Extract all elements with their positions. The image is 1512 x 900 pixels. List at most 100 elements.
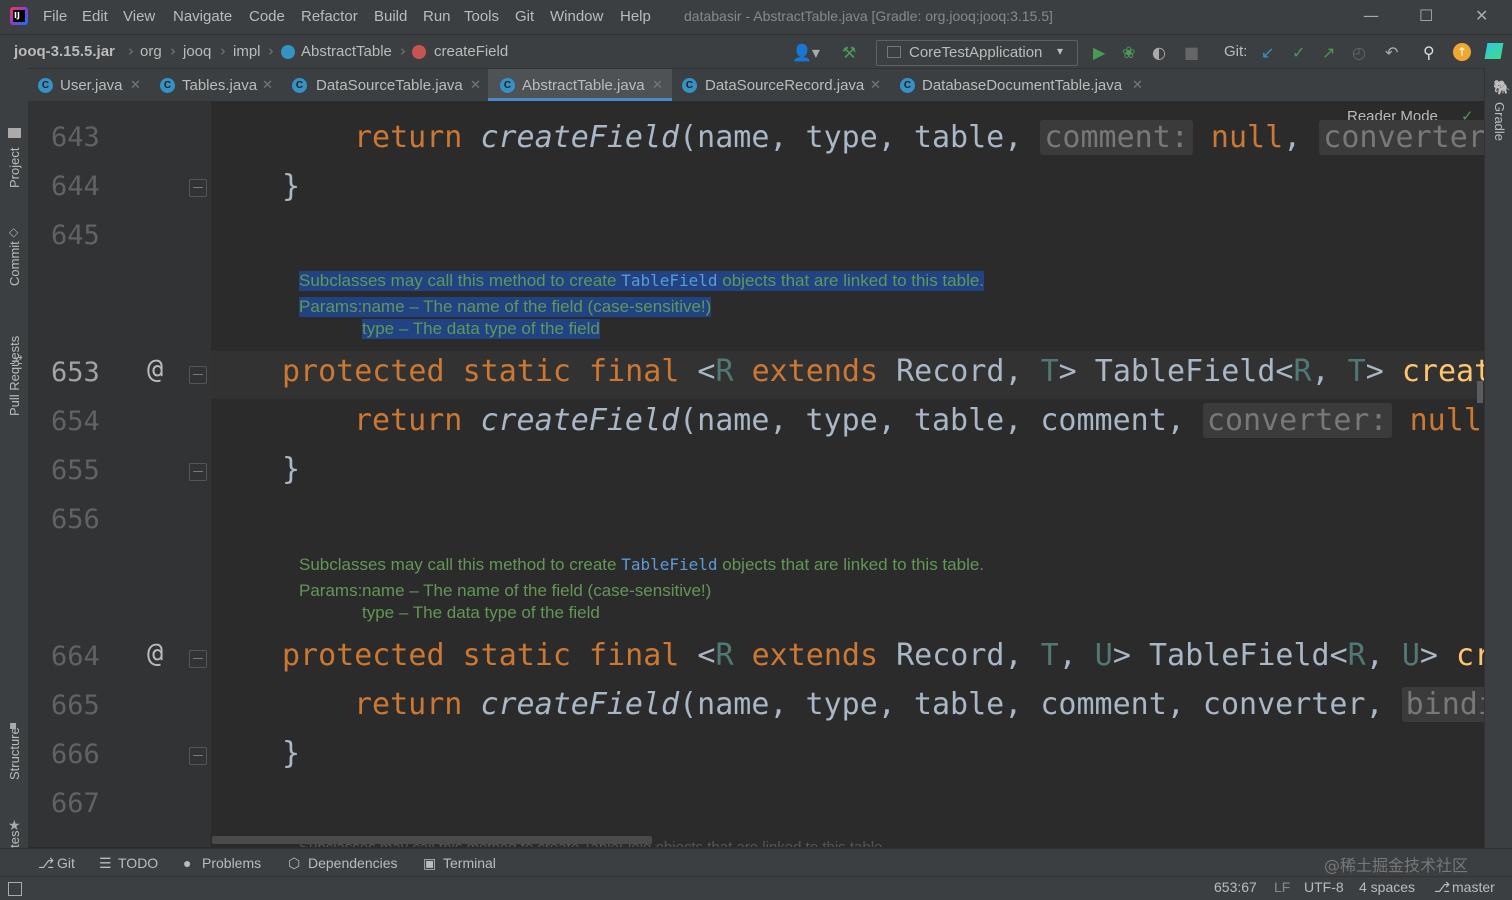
doc-code: TableField xyxy=(621,555,718,574)
keyword-return: return xyxy=(354,687,481,722)
run-icon[interactable]: ▶ xyxy=(1093,43,1105,62)
close-icon[interactable]: ✕ xyxy=(652,77,663,93)
tab-datasourcetable-java[interactable]: C DataSourceTable.java ✕ xyxy=(282,69,488,101)
fold-end-icon[interactable] xyxy=(189,747,207,765)
code-line-664: protected static final <R extends Record… xyxy=(282,638,1484,673)
menu-refactor[interactable]: Refactor xyxy=(301,8,358,25)
title-bar: IJ File Edit View Navigate Code Refactor… xyxy=(0,0,1512,34)
layout-toggle-icon[interactable] xyxy=(8,882,22,896)
menu-window[interactable]: Window xyxy=(550,8,603,25)
tool-gradle[interactable]: Gradle xyxy=(1492,102,1507,141)
menu-build[interactable]: Build xyxy=(374,8,407,25)
caret-position[interactable]: 653:67 xyxy=(1214,879,1257,895)
tab-datasourcerecord-java[interactable]: C DataSourceRecord.java ✕ xyxy=(672,69,890,101)
override-at-icon[interactable]: @ xyxy=(147,354,163,385)
user-icon[interactable]: 👤▾ xyxy=(792,43,820,62)
git-push-icon[interactable]: ↗ xyxy=(1322,43,1335,62)
close-icon[interactable]: ✕ xyxy=(870,77,881,93)
tool-project[interactable]: Project xyxy=(7,148,22,188)
code-editor[interactable]: 643 644 645 653 654 655 656 664 665 666 … xyxy=(29,101,1484,847)
fold-start-icon[interactable] xyxy=(189,650,207,668)
coverage-icon[interactable]: ◐ xyxy=(1152,43,1166,62)
chevron-right-icon: › xyxy=(220,42,226,60)
git-update-icon[interactable]: ↙ xyxy=(1261,43,1274,62)
plugin-icon[interactable] xyxy=(1484,43,1504,59)
history-icon[interactable]: ◴ xyxy=(1352,43,1366,62)
close-icon[interactable]: ✕ xyxy=(1132,77,1143,93)
breadcrumb-class[interactable]: AbstractTable xyxy=(301,43,392,60)
tool-structure[interactable]: Structure xyxy=(7,727,22,780)
debug-bug-icon[interactable]: ❀ xyxy=(1122,43,1135,62)
navigation-bar: jooq-3.15.5.jar › org › jooq › impl › Ab… xyxy=(0,34,1512,69)
punct: , xyxy=(1311,354,1348,389)
line-number: 655 xyxy=(51,455,100,486)
tool-git[interactable]: Git xyxy=(57,855,75,871)
type-param: R xyxy=(715,354,734,389)
breadcrumb-impl[interactable]: impl xyxy=(233,43,261,60)
git-branch[interactable]: master xyxy=(1452,879,1495,895)
tab-user-java[interactable]: C User.java ✕ xyxy=(28,69,150,101)
update-icon[interactable]: ↑ xyxy=(1453,43,1471,61)
run-config-label: CoreTestApplication xyxy=(909,44,1043,61)
menu-edit[interactable]: Edit xyxy=(82,8,108,25)
build-hammer-icon[interactable]: ⚒ xyxy=(842,43,856,62)
line-number: 664 xyxy=(51,641,100,672)
rollback-icon[interactable]: ↶ xyxy=(1385,43,1398,62)
breadcrumb-method[interactable]: createField xyxy=(434,43,508,60)
watermark: @稀土掘金技术社区 xyxy=(1324,856,1469,875)
keyword-return: return xyxy=(354,120,481,155)
menu-view[interactable]: View xyxy=(123,8,155,25)
info-icon: ● xyxy=(183,855,192,871)
punct: > xyxy=(1365,354,1402,389)
close-icon[interactable]: ✕ xyxy=(470,77,481,93)
file-encoding[interactable]: UTF-8 xyxy=(1304,879,1344,895)
tab-databasedocumenttable-java[interactable]: C DatabaseDocumentTable.java ✕ xyxy=(890,69,1150,101)
line-number: 654 xyxy=(51,406,100,437)
close-icon[interactable]: ✕ xyxy=(262,77,273,93)
breadcrumb-jooq[interactable]: jooq xyxy=(183,43,211,60)
horizontal-scrollbar[interactable] xyxy=(212,836,652,844)
code-line-654: return createField(name, type, table, co… xyxy=(354,403,1484,438)
fold-end-icon[interactable] xyxy=(189,179,207,197)
minimize-icon[interactable]: — xyxy=(1363,6,1379,25)
tool-terminal[interactable]: Terminal xyxy=(443,855,496,871)
null-literal: null xyxy=(1192,120,1284,155)
class-icon: C xyxy=(160,78,175,93)
menu-code[interactable]: Code xyxy=(249,8,285,25)
fold-start-icon[interactable] xyxy=(189,366,207,384)
javadoc-param-type: type – The data type of the field xyxy=(362,319,600,339)
star-icon: ★ xyxy=(8,818,21,834)
run-configuration-select[interactable]: CoreTestApplication ▾ xyxy=(876,40,1078,66)
fold-end-icon[interactable] xyxy=(189,463,207,481)
close-icon[interactable]: ✕ xyxy=(130,77,141,93)
window-title: databasir - AbstractTable.java [Gradle: … xyxy=(684,8,1053,24)
menu-git[interactable]: Git xyxy=(515,8,534,25)
menu-tools[interactable]: Tools xyxy=(464,8,499,25)
indent-setting[interactable]: 4 spaces xyxy=(1359,879,1415,895)
menu-navigate[interactable]: Navigate xyxy=(173,8,232,25)
tab-abstracttable-java[interactable]: C AbstractTable.java ✕ xyxy=(488,69,672,101)
menu-help[interactable]: Help xyxy=(620,8,651,25)
line-separator[interactable]: LF xyxy=(1274,879,1290,895)
tool-problems[interactable]: Problems xyxy=(202,855,261,871)
tab-tables-java[interactable]: C Tables.java ✕ xyxy=(150,69,282,101)
menu-file[interactable]: File xyxy=(43,8,67,25)
git-commit-icon[interactable]: ✓ xyxy=(1292,43,1305,62)
tab-label: Tables.java xyxy=(182,77,258,94)
close-icon[interactable]: ✕ xyxy=(1475,6,1488,25)
tool-dependencies[interactable]: Dependencies xyxy=(308,855,398,871)
method-name: cre xyxy=(1456,638,1484,673)
breadcrumb-jar[interactable]: jooq-3.15.5.jar xyxy=(14,43,115,60)
tool-pull-requests[interactable]: Pull Requests xyxy=(7,336,22,416)
maximize-icon[interactable]: ☐ xyxy=(1419,6,1433,25)
search-icon[interactable]: ⚲ xyxy=(1423,43,1435,62)
tool-todo[interactable]: TODO xyxy=(118,855,158,871)
override-at-icon[interactable]: @ xyxy=(147,638,163,669)
menu-run[interactable]: Run xyxy=(423,8,451,25)
tool-commit[interactable]: Commit xyxy=(7,241,22,286)
breadcrumb-org[interactable]: org xyxy=(140,43,162,60)
keyword-extends: extends xyxy=(733,354,897,389)
vertical-scrollbar[interactable] xyxy=(1477,381,1483,403)
type-name: Record, xyxy=(896,638,1041,673)
stop-icon[interactable]: ■ xyxy=(1184,43,1199,62)
